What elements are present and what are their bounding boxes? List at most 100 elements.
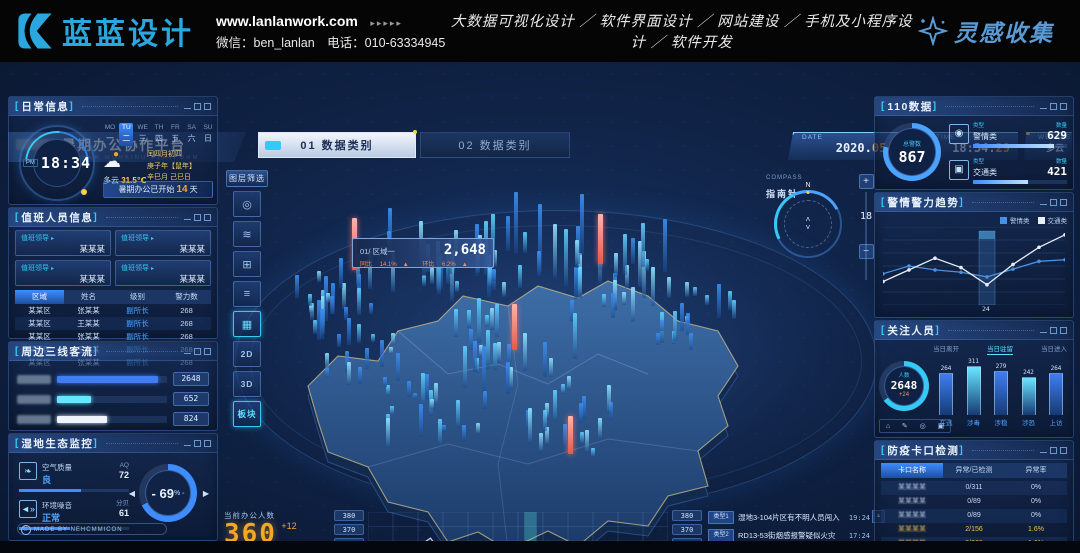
- metric-bar: [19, 489, 129, 492]
- minimize-icon[interactable]: [1040, 447, 1047, 453]
- checkpoint-row[interactable]: 某某某某2/1561.6%: [881, 523, 1067, 537]
- compass-label-en: COMPASS: [766, 175, 803, 181]
- province-map[interactable]: [248, 224, 768, 553]
- dashboard: 暑期办公协作平台 SUMMER WORKING PLATFORM 01 数据类别…: [0, 62, 1080, 553]
- column-header[interactable]: 异常/已检测: [943, 463, 1005, 478]
- duty-card[interactable]: 值班领导 ▸某某某: [115, 260, 211, 286]
- bar-value: 311: [968, 358, 979, 365]
- weekday-cell[interactable]: MO一: [103, 123, 117, 146]
- column-header[interactable]: 异常率: [1005, 463, 1067, 478]
- expand-icon[interactable]: [204, 440, 211, 447]
- bar-track: [57, 416, 167, 423]
- duty-card[interactable]: 值班领导 ▸某某某: [115, 230, 211, 256]
- layer-button-chart[interactable]: ▦: [233, 311, 261, 337]
- focus-tab[interactable]: 当日驻留: [987, 343, 1013, 355]
- redacted-label: [17, 415, 51, 424]
- window-icon[interactable]: [1050, 199, 1057, 206]
- bar-value: 824: [173, 412, 209, 426]
- duty-card[interactable]: 值班领导 ▸某某某: [15, 260, 111, 286]
- inspiration-collect[interactable]: 灵感收集: [918, 14, 1054, 48]
- weekday-cell[interactable]: WE三: [136, 123, 150, 146]
- bracket-decoration: [: [881, 101, 884, 112]
- layer-button-radar[interactable]: ≋: [233, 221, 261, 247]
- minimize-icon[interactable]: [184, 348, 191, 354]
- legend-item[interactable]: 警情类: [1000, 215, 1030, 225]
- expand-icon[interactable]: [1060, 199, 1067, 206]
- alarm-type-value: 629: [1047, 129, 1067, 142]
- lanlan-logo[interactable]: 蓝蓝设计: [14, 9, 194, 53]
- layer-button-blocks[interactable]: 板块: [233, 401, 261, 427]
- checkpoint-name: 某某某某: [881, 495, 943, 509]
- layer-button-camera[interactable]: ◎: [233, 191, 261, 217]
- strip-icon[interactable]: ⌂: [886, 423, 890, 430]
- chevron-down-icon[interactable]: ˅: [806, 224, 811, 232]
- dotted-line: [972, 201, 1034, 203]
- checkpoint-row[interactable]: 某某某某0/890%: [881, 495, 1067, 509]
- gauge-right-arrow[interactable]: ▶: [203, 489, 209, 498]
- window-icon[interactable]: [1050, 103, 1057, 110]
- column-header[interactable]: 姓名: [64, 290, 113, 304]
- duty-card[interactable]: 值班领导 ▸某某某: [15, 230, 111, 256]
- strip-icon[interactable]: ◎: [920, 422, 926, 430]
- dotted-line: [106, 216, 178, 218]
- layer-button-mode-2d[interactable]: 2D: [233, 341, 261, 367]
- weekday-cell[interactable]: SU日: [201, 123, 215, 146]
- sparkle-star-icon: [918, 16, 948, 46]
- weekday-cell[interactable]: SA六: [185, 123, 199, 146]
- eco-metric: ❧AQ72空气质量良: [19, 462, 129, 492]
- bar-fill: [57, 376, 158, 383]
- window-icon[interactable]: [1050, 447, 1057, 454]
- expand-icon[interactable]: [1060, 103, 1067, 110]
- strip-icon[interactable]: ✎: [902, 422, 908, 430]
- gauge-label: 总警数: [903, 139, 921, 148]
- tab-data-category-2[interactable]: 02 数据类别: [420, 132, 570, 158]
- expand-icon[interactable]: [204, 103, 211, 110]
- weekday-cell[interactable]: FR五: [168, 123, 182, 146]
- zoom-in-button[interactable]: +: [859, 174, 874, 189]
- gauge-left-arrow[interactable]: ◀: [129, 489, 135, 498]
- window-icon[interactable]: [194, 348, 201, 355]
- column-header[interactable]: 级别: [113, 290, 162, 304]
- checkpoint-rate: 1.6%: [1005, 523, 1067, 537]
- layer-button-list[interactable]: ≡: [233, 281, 261, 307]
- tab-data-category-1[interactable]: 01 数据类别: [258, 132, 416, 158]
- window-icon[interactable]: [194, 103, 201, 110]
- window-icon[interactable]: [1050, 327, 1057, 334]
- minimize-icon[interactable]: [1040, 327, 1047, 333]
- table-row[interactable]: 某某区张某某副所长268: [15, 304, 211, 317]
- minimize-icon[interactable]: [184, 214, 191, 220]
- layer-filter-title: 图层筛选: [226, 170, 268, 187]
- focus-tab[interactable]: 当日离开: [933, 343, 959, 355]
- minimize-icon[interactable]: [1040, 199, 1047, 205]
- redacted-label: [17, 375, 51, 384]
- site-url[interactable]: www.lanlanwork.com: [216, 13, 358, 29]
- strip-icon[interactable]: ▣: [937, 422, 944, 430]
- checkpoint-row[interactable]: 某某某某0/890%: [881, 509, 1067, 523]
- table-row[interactable]: 某某区王某某副所长268: [15, 317, 211, 330]
- window-icon[interactable]: [194, 440, 201, 447]
- bracket-decoration: ]: [93, 438, 96, 449]
- weekday-cell[interactable]: TU二: [119, 123, 133, 146]
- weekday-cell[interactable]: TH四: [152, 123, 166, 146]
- bracket-decoration: ]: [93, 212, 96, 223]
- focus-tab[interactable]: 当日进入: [1041, 343, 1067, 355]
- expand-icon[interactable]: [1060, 447, 1067, 454]
- alert-row[interactable]: 类型1湿地3-104片区有不明人员闯入19:24: [708, 510, 870, 525]
- expand-icon[interactable]: [1060, 327, 1067, 334]
- logo-text: 蓝蓝设计: [62, 9, 194, 53]
- layer-button-mode-3d[interactable]: 3D: [233, 371, 261, 397]
- column-header[interactable]: 警力数: [162, 290, 211, 304]
- minimize-icon[interactable]: [1040, 103, 1047, 109]
- expand-icon[interactable]: [204, 348, 211, 355]
- column-header[interactable]: 卡口名称: [881, 463, 943, 478]
- minimize-icon[interactable]: [184, 103, 191, 109]
- minimize-icon[interactable]: [184, 440, 191, 446]
- legend-item[interactable]: 交通类: [1038, 215, 1068, 225]
- column-header[interactable]: 区域: [15, 290, 64, 304]
- layer-button-grid[interactable]: ⊞: [233, 251, 261, 277]
- checkpoint-row[interactable]: 某某某某0/3110%: [881, 481, 1067, 495]
- expand-icon[interactable]: [204, 214, 211, 221]
- window-icon[interactable]: [194, 214, 201, 221]
- office-count-delta: +12: [281, 521, 296, 531]
- compass-dial[interactable]: N ˄˅: [774, 190, 842, 258]
